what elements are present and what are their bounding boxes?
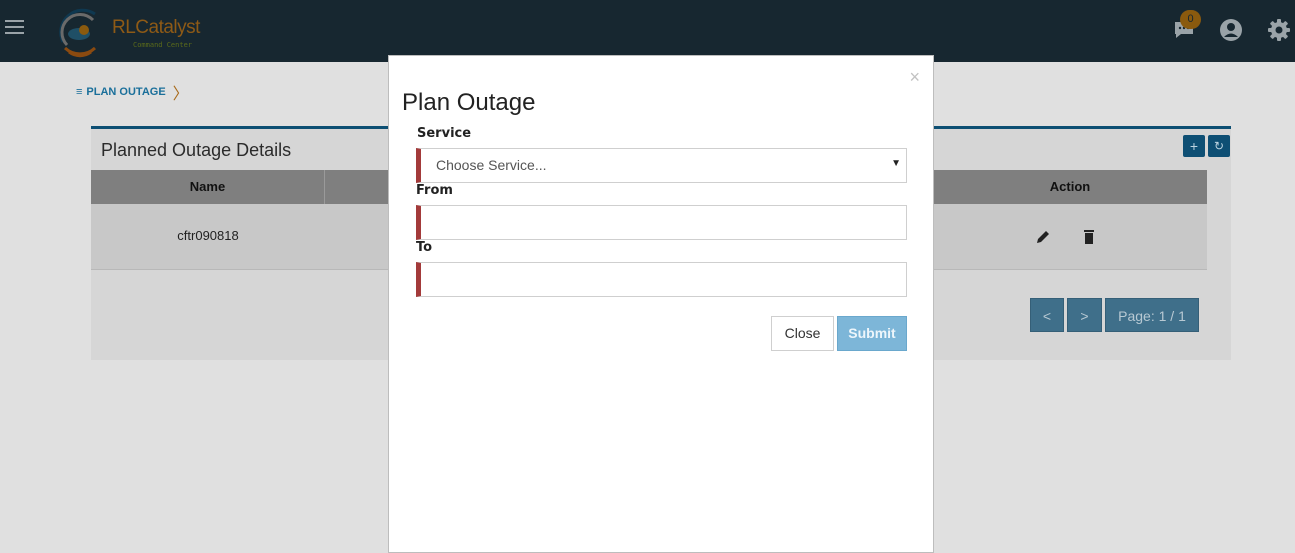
service-select[interactable]: Choose Service... ▼: [416, 148, 907, 183]
to-date-input[interactable]: [416, 262, 907, 297]
top-navbar: RLCatalyst Command Center 0: [0, 0, 1295, 62]
service-select-value: Choose Service...: [436, 157, 547, 173]
column-header-action: Action: [1049, 179, 1091, 194]
trash-icon[interactable]: [1080, 228, 1098, 246]
chevron-right-icon: 〉: [172, 86, 189, 103]
submit-button[interactable]: Submit: [837, 316, 907, 351]
service-label: Service: [417, 126, 472, 141]
modal-title: Plan Outage: [402, 89, 536, 116]
add-button[interactable]: +: [1183, 135, 1205, 157]
menu-icon[interactable]: [5, 20, 25, 40]
gear-icon[interactable]: [1267, 18, 1291, 42]
brand-logo[interactable]: RLCatalyst Command Center: [55, 4, 205, 58]
breadcrumb-label: PLAN OUTAGE: [86, 86, 166, 98]
from-label: From: [416, 183, 453, 198]
breadcrumb[interactable]: ≡ PLAN OUTAGE 〉: [76, 80, 189, 104]
page-indicator: Page: 1 / 1: [1105, 298, 1199, 332]
close-button[interactable]: Close: [771, 316, 834, 351]
next-page-button[interactable]: >: [1067, 298, 1102, 332]
brand-tagline: Command Center: [133, 41, 193, 49]
logo-mark: [59, 8, 97, 58]
plan-outage-modal: × Plan Outage Service Choose Service... …: [388, 55, 934, 553]
brand-name: RLCatalyst: [112, 17, 200, 38]
close-icon[interactable]: ×: [909, 68, 920, 86]
notification-badge[interactable]: 0: [1180, 10, 1201, 29]
to-label: To: [416, 240, 433, 255]
from-date-input[interactable]: [416, 205, 907, 240]
edit-icon[interactable]: [1034, 228, 1052, 246]
list-icon: ≡: [76, 86, 83, 98]
refresh-button[interactable]: ↻: [1208, 135, 1230, 157]
prev-page-button[interactable]: <: [1030, 298, 1064, 332]
column-header-name[interactable]: Name: [91, 170, 325, 204]
chevron-down-icon: ▼: [891, 158, 901, 169]
panel-title: Planned Outage Details: [101, 140, 292, 160]
user-icon[interactable]: [1219, 18, 1243, 42]
outage-name: cftr090818: [177, 228, 239, 243]
